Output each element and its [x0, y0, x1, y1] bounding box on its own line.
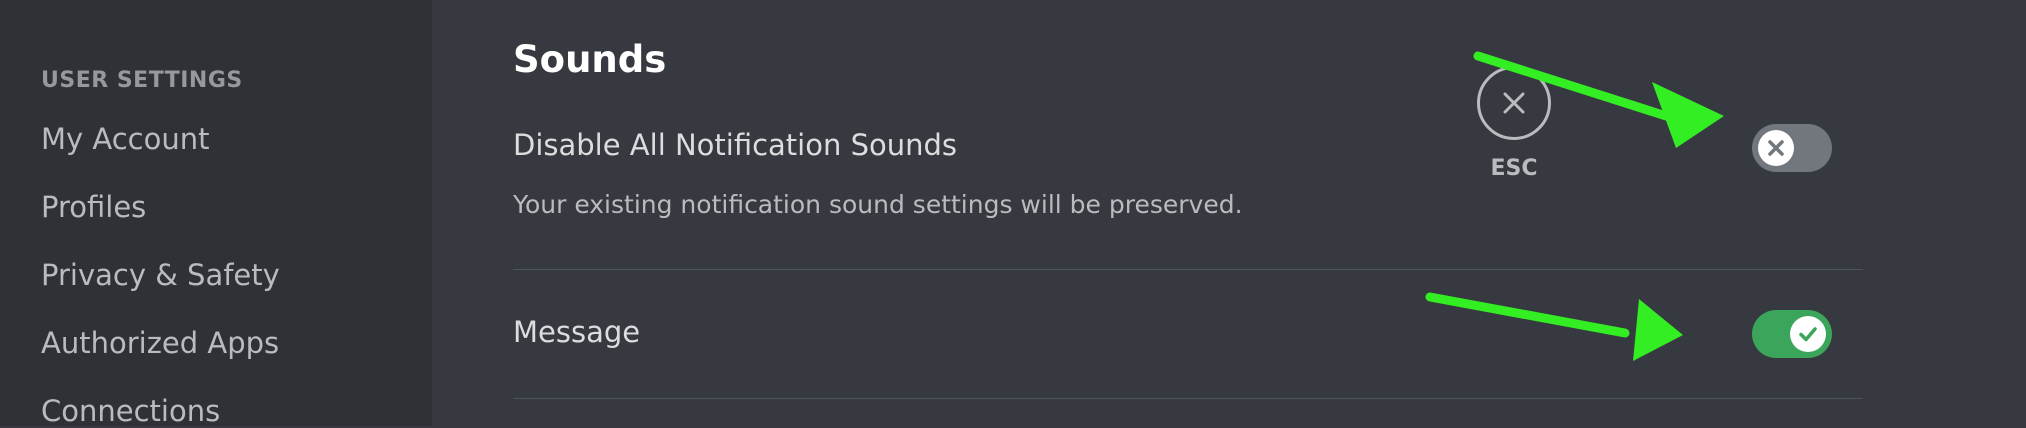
settings-content: Sounds Disable All Notification Sounds Y… — [432, 0, 2026, 426]
annotation-arrow-icon — [1425, 292, 1683, 361]
sidebar-item-connections[interactable]: Connections — [41, 394, 220, 428]
sidebar-item-privacy-safety[interactable]: Privacy & Safety — [41, 258, 280, 292]
disable-all-sounds-toggle[interactable] — [1752, 124, 1832, 172]
divider — [513, 398, 1863, 399]
setting-label-disable-all-sounds: Disable All Notification Sounds — [513, 128, 958, 162]
sidebar-item-my-account[interactable]: My Account — [41, 122, 210, 156]
section-title: Sounds — [513, 38, 667, 81]
setting-label-message: Message — [513, 315, 641, 349]
x-icon — [1758, 130, 1794, 166]
sidebar-item-authorized-apps[interactable]: Authorized Apps — [41, 326, 279, 360]
esc-label: ESC — [1490, 156, 1538, 181]
divider — [513, 269, 1863, 270]
message-sound-toggle[interactable] — [1752, 310, 1832, 358]
sidebar-item-profiles[interactable]: Profiles — [41, 190, 146, 224]
setting-description: Your existing notification sound setting… — [513, 190, 1243, 219]
annotation-arrow-icon — [1473, 51, 1724, 148]
sidebar-heading: USER SETTINGS — [41, 68, 243, 93]
settings-sidebar: USER SETTINGS My Account Profiles Privac… — [0, 0, 432, 428]
check-icon — [1790, 316, 1826, 352]
